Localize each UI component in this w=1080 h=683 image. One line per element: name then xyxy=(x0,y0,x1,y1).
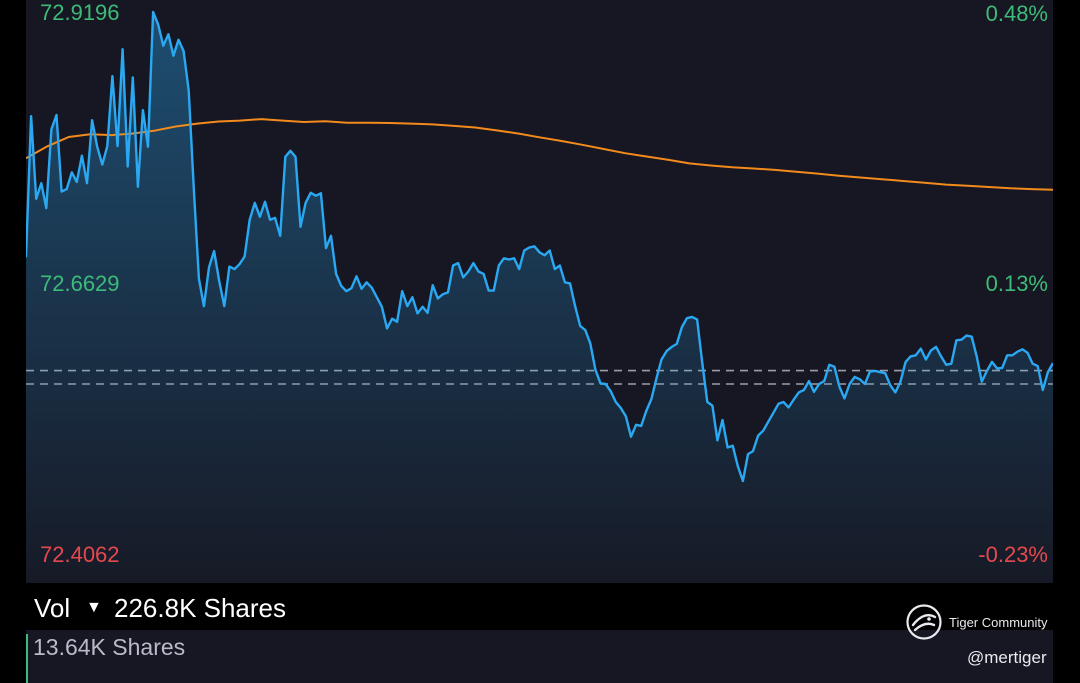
price-chart-svg xyxy=(26,10,1053,583)
volume-marker xyxy=(26,634,28,683)
pct-axis-mid-label: 0.13% xyxy=(985,271,1048,296)
pct-axis-min-label: -0.23% xyxy=(978,542,1048,567)
pct-axis-max-label: 0.48% xyxy=(985,1,1048,26)
volume-label[interactable]: Vol xyxy=(34,593,70,624)
volume-panel: 13.64K Shares xyxy=(26,630,1053,683)
volume-total: 226.8K Shares xyxy=(114,593,287,623)
y-axis-max-label: 72.9196 xyxy=(40,0,120,25)
tiger-logo-icon xyxy=(906,604,942,640)
y-axis-mid-label: 72.6629 xyxy=(40,271,120,296)
y-axis-min-label: 72.4062 xyxy=(40,542,120,567)
caret-down-icon[interactable]: ▼ xyxy=(86,599,102,617)
volume-current: 13.64K Shares xyxy=(33,634,186,660)
brand-name: Tiger Community xyxy=(949,615,1048,630)
price-area-fill xyxy=(26,12,1053,583)
brand-handle: @mertiger xyxy=(967,648,1047,667)
price-chart[interactable] xyxy=(26,0,1053,583)
